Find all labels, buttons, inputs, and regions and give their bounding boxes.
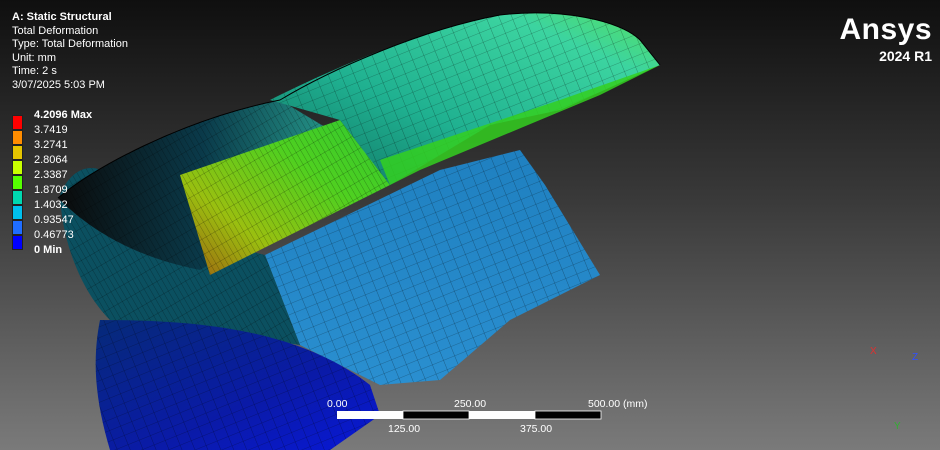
brand-version: 2024 R1 [879, 48, 932, 64]
legend-band [12, 130, 23, 145]
legend-band [12, 145, 23, 160]
legend-band [12, 205, 23, 220]
legend-band [12, 115, 23, 130]
result-time: Time: 2 s [12, 65, 57, 78]
legend-label: 1.4032 [34, 199, 68, 211]
scale-label-375: 375.00 [520, 423, 553, 435]
scale-label-0: 0.00 [327, 398, 348, 410]
legend-label: 3.2741 [34, 139, 68, 151]
scale-label-250: 250.00 [454, 398, 487, 410]
analysis-title: A: Static Structural [12, 11, 112, 23]
ansys-logo: Ansys 2024 R1 [839, 13, 932, 65]
triad-z-label: Z [912, 352, 919, 363]
scale-label-500: 500.00 (mm) [588, 398, 648, 410]
legend-label: 2.8064 [34, 154, 68, 166]
legend-label: 3.7419 [34, 124, 68, 136]
model-geometry [57, 12, 661, 450]
legend-band [12, 190, 23, 205]
result-timestamp: 3/07/2025 5:03 PM [12, 78, 105, 91]
legend-label: 4.2096 Max [34, 109, 93, 121]
triad-y-label: Y [894, 421, 901, 432]
legend-label: 2.3387 [34, 169, 68, 181]
triad-x-label: X [870, 346, 877, 357]
legend-label: 0.46773 [34, 229, 74, 241]
legend-band [12, 220, 23, 235]
result-unit: Unit: mm [12, 51, 56, 64]
result-type: Type: Total Deformation [12, 38, 128, 51]
result-name: Total Deformation [12, 24, 99, 37]
legend-label: 1.8709 [34, 184, 68, 196]
legend-label: 0 Min [34, 244, 63, 256]
legend-band [12, 235, 23, 250]
legend-band [12, 160, 23, 175]
legend-band [12, 175, 23, 190]
result-info: A: Static Structural Total Deformation T… [12, 11, 128, 93]
brand-name: Ansys [839, 13, 932, 46]
legend-label: 0.93547 [34, 214, 74, 226]
scale-label-125: 125.00 [388, 423, 421, 435]
graphics-viewport[interactable] [0, 0, 940, 450]
